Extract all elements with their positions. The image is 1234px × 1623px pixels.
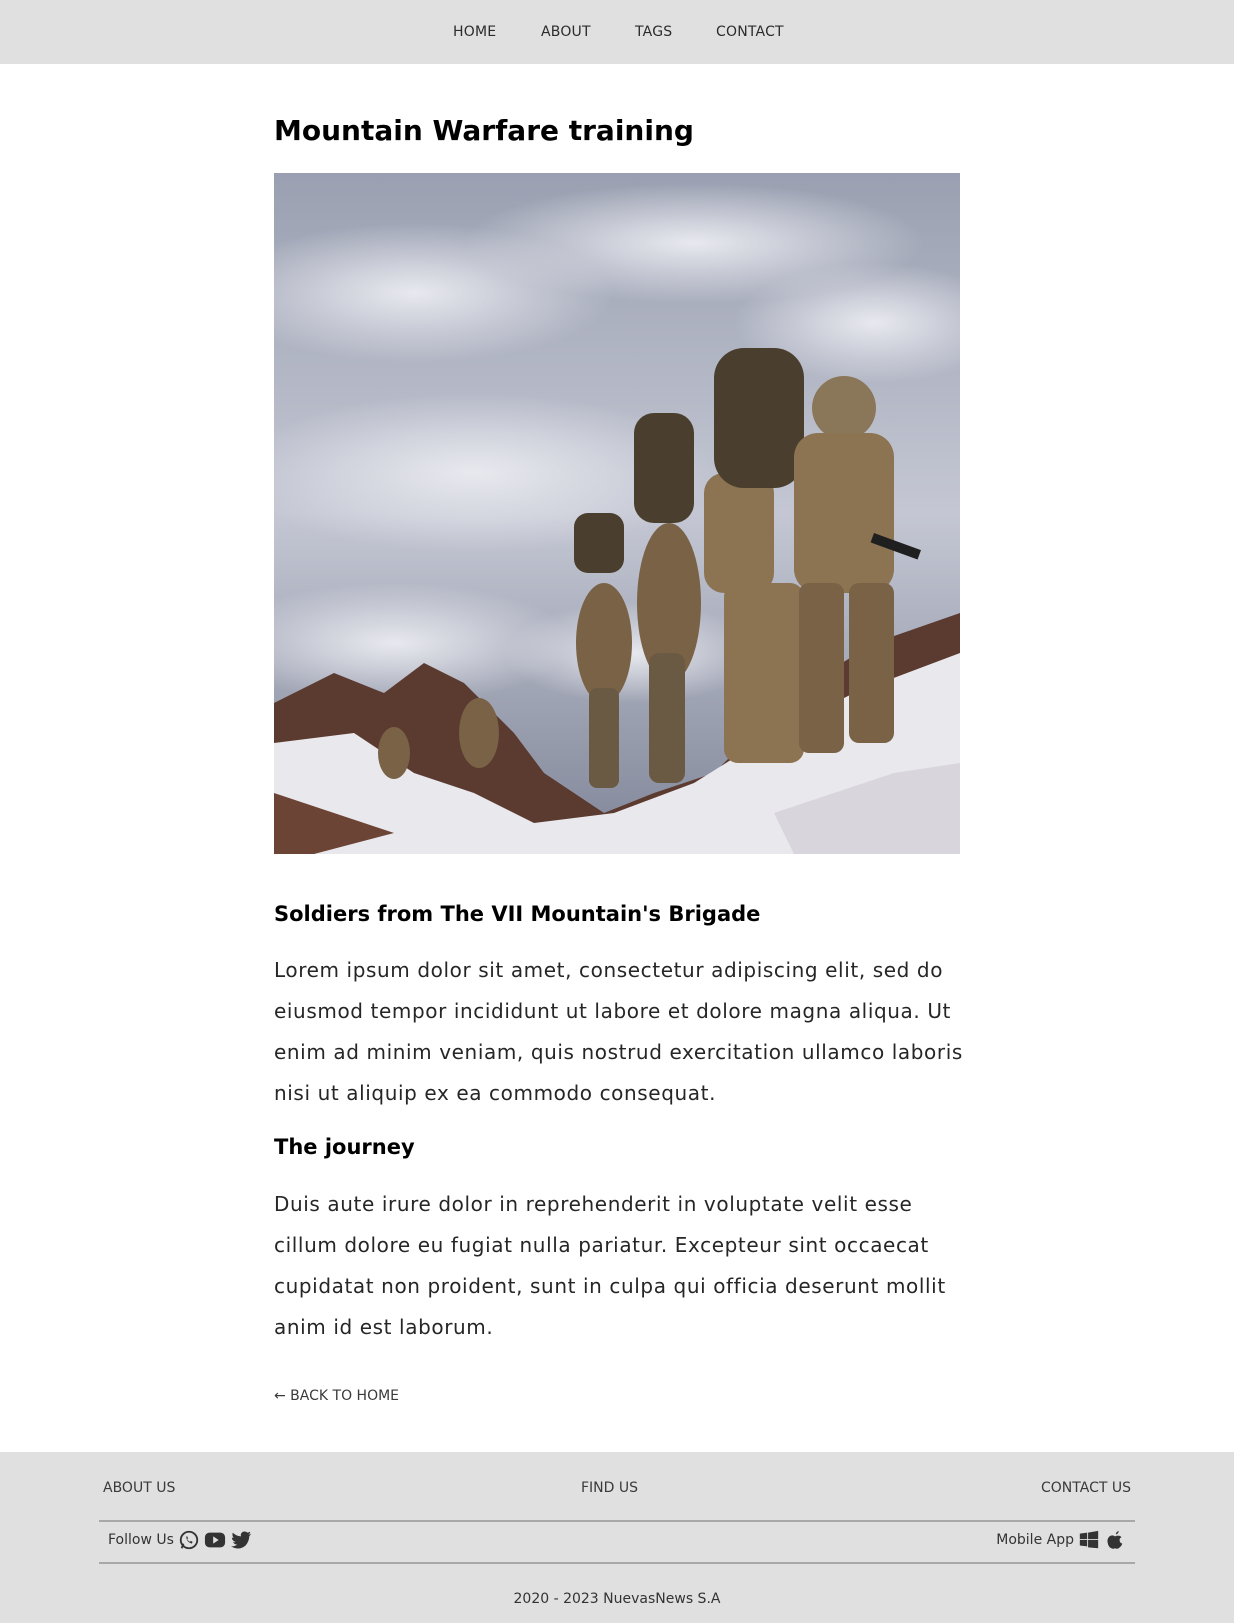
section-body: Duis aute irure dolor in reprehenderit i… [274, 1192, 946, 1339]
nav-home[interactable]: HOME [453, 24, 496, 40]
article-hero-image [274, 173, 960, 854]
footer-divider [99, 1562, 1135, 1564]
follow-us: Follow Us [108, 1529, 252, 1551]
whatsapp-icon[interactable] [178, 1529, 200, 1551]
article-title: Mountain Warfare training [274, 114, 694, 147]
footer-contact-us-link[interactable]: CONTACT US [1041, 1480, 1131, 1496]
windows-icon[interactable] [1078, 1529, 1100, 1551]
twitter-icon[interactable] [230, 1529, 252, 1551]
footer-find-us-link[interactable]: FIND US [581, 1480, 638, 1496]
section-body: Lorem ipsum dolor sit amet, consectetur … [274, 958, 963, 1105]
section-heading: The journey [274, 1135, 415, 1159]
footer-divider [99, 1520, 1135, 1522]
nav-contact[interactable]: CONTACT [716, 24, 784, 40]
nav-tags[interactable]: TAGS [635, 24, 672, 40]
back-to-home-link[interactable]: ← BACK TO HOME [274, 1388, 399, 1404]
section-heading: Soldiers from The VII Mountain's Brigade [274, 902, 761, 926]
copyright: 2020 - 2023 NuevasNews S.A [513, 1591, 721, 1607]
footer-about-us-link[interactable]: ABOUT US [103, 1480, 175, 1496]
mobile-app-label: Mobile App [996, 1532, 1074, 1548]
top-nav: HOME ABOUT TAGS CONTACT [0, 0, 1234, 64]
youtube-icon[interactable] [204, 1529, 226, 1551]
nav-about[interactable]: ABOUT [541, 24, 591, 40]
mobile-app: Mobile App [996, 1529, 1126, 1551]
apple-icon[interactable] [1104, 1529, 1126, 1551]
follow-us-label: Follow Us [108, 1532, 174, 1548]
site-footer: ABOUT US FIND US CONTACT US Follow Us Mo… [0, 1452, 1234, 1623]
